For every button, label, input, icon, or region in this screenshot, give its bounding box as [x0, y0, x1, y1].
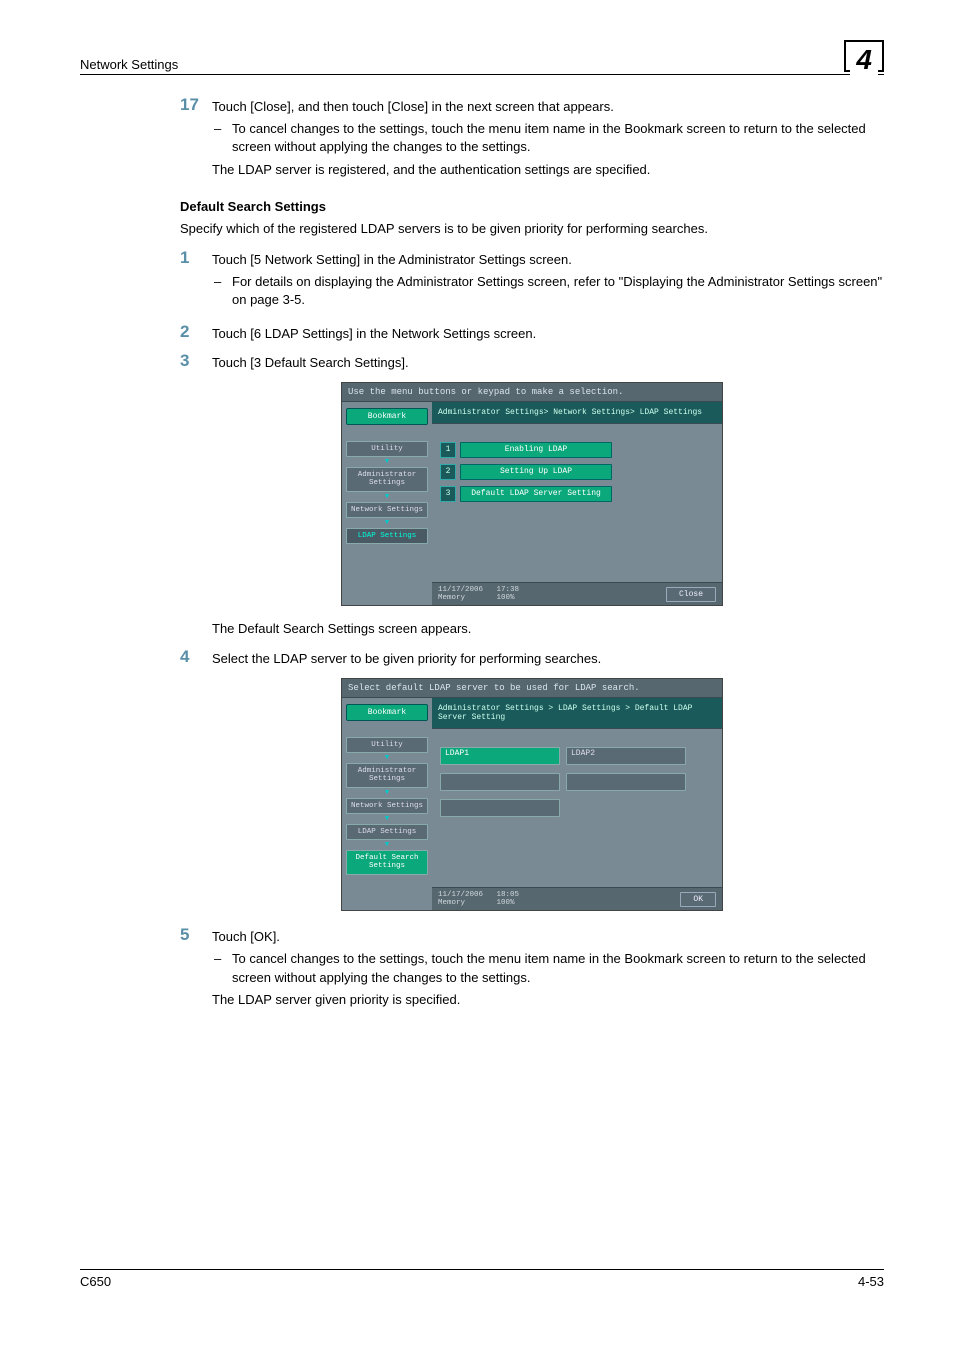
step-number: 4 — [180, 647, 212, 668]
menu-default-ldap-server[interactable]: Default LDAP Server Setting — [460, 486, 612, 502]
step-number: 5 — [180, 925, 212, 1009]
server-slot[interactable] — [566, 773, 686, 791]
step-text: Touch [Close], and then touch [Close] in… — [212, 98, 884, 116]
result-text: The Default Search Settings screen appea… — [212, 620, 884, 638]
server-slot[interactable] — [440, 773, 560, 791]
sidebar-item-utility[interactable]: Utility — [346, 441, 428, 457]
chapter-badge: 4 — [844, 40, 884, 72]
step-after: The LDAP server is registered, and the a… — [212, 161, 884, 179]
arrow-down-icon: ▼ — [346, 842, 428, 849]
arrow-down-icon: ▼ — [346, 494, 428, 501]
step-after: The LDAP server given priority is specif… — [212, 991, 884, 1009]
sidebar-item-default-search[interactable]: Default Search Settings — [346, 850, 428, 875]
bookmark-button[interactable]: Bookmark — [346, 704, 428, 721]
mock-instruction: Use the menu buttons or keypad to make a… — [342, 383, 722, 402]
step-text: Touch [6 LDAP Settings] in the Network S… — [212, 325, 884, 343]
step-number: 2 — [180, 322, 212, 343]
step-text: Touch [3 Default Search Settings]. — [212, 354, 884, 372]
arrow-down-icon: ▼ — [346, 755, 428, 762]
footer-page: 4-53 — [858, 1274, 884, 1289]
step-text: Touch [OK]. — [212, 928, 884, 946]
sidebar-item-admin[interactable]: Administrator Settings — [346, 763, 428, 788]
screenshot-default-search: Select default LDAP server to be used fo… — [341, 678, 723, 912]
sidebar-item-network[interactable]: Network Settings — [346, 502, 428, 518]
menu-setting-up-ldap[interactable]: Setting Up LDAP — [460, 464, 612, 480]
server-ldap1[interactable]: LDAP1 — [440, 747, 560, 765]
menu-enabling-ldap[interactable]: Enabling LDAP — [460, 442, 612, 458]
arrow-down-icon: ▼ — [346, 520, 428, 527]
bookmark-button[interactable]: Bookmark — [346, 408, 428, 425]
sidebar-item-ldap[interactable]: LDAP Settings — [346, 824, 428, 840]
sidebar-item-utility[interactable]: Utility — [346, 737, 428, 753]
server-slot[interactable] — [440, 799, 560, 817]
step-number: 17 — [180, 95, 212, 179]
breadcrumb: Administrator Settings > LDAP Settings >… — [432, 698, 722, 729]
arrow-down-icon: ▼ — [346, 816, 428, 823]
section-intro: Specify which of the registered LDAP ser… — [180, 220, 884, 238]
step-text: Touch [5 Network Setting] in the Adminis… — [212, 251, 884, 269]
section-heading: Default Search Settings — [180, 199, 884, 214]
footer-model: C650 — [80, 1274, 111, 1289]
menu-number: 2 — [440, 464, 456, 480]
step-bullet: To cancel changes to the settings, touch… — [232, 120, 884, 156]
screenshot-ldap-settings: Use the menu buttons or keypad to make a… — [341, 382, 723, 607]
mock-instruction: Select default LDAP server to be used fo… — [342, 679, 722, 698]
ok-button[interactable]: OK — [680, 892, 716, 907]
sidebar-item-network[interactable]: Network Settings — [346, 798, 428, 814]
menu-number: 1 — [440, 442, 456, 458]
bullet-dash: – — [212, 120, 232, 156]
sidebar-item-ldap[interactable]: LDAP Settings — [346, 528, 428, 544]
step-bullet: To cancel changes to the settings, touch… — [232, 950, 884, 986]
breadcrumb: Administrator Settings> Network Settings… — [432, 402, 722, 424]
status-info: 11/17/2006 17:38 Memory 100% — [438, 586, 519, 603]
step-text: Select the LDAP server to be given prior… — [212, 650, 884, 668]
arrow-down-icon: ▼ — [346, 459, 428, 466]
step-number: 3 — [180, 351, 212, 372]
menu-number: 3 — [440, 486, 456, 502]
status-info: 11/17/2006 18:05 Memory 100% — [438, 891, 519, 908]
step-bullet: For details on displaying the Administra… — [232, 273, 884, 309]
step-number: 1 — [180, 248, 212, 314]
bullet-dash: – — [212, 950, 232, 986]
server-ldap2[interactable]: LDAP2 — [566, 747, 686, 765]
header-section: Network Settings — [80, 57, 178, 72]
close-button[interactable]: Close — [666, 587, 716, 602]
arrow-down-icon: ▼ — [346, 790, 428, 797]
bullet-dash: – — [212, 273, 232, 309]
sidebar-item-admin[interactable]: Administrator Settings — [346, 467, 428, 492]
